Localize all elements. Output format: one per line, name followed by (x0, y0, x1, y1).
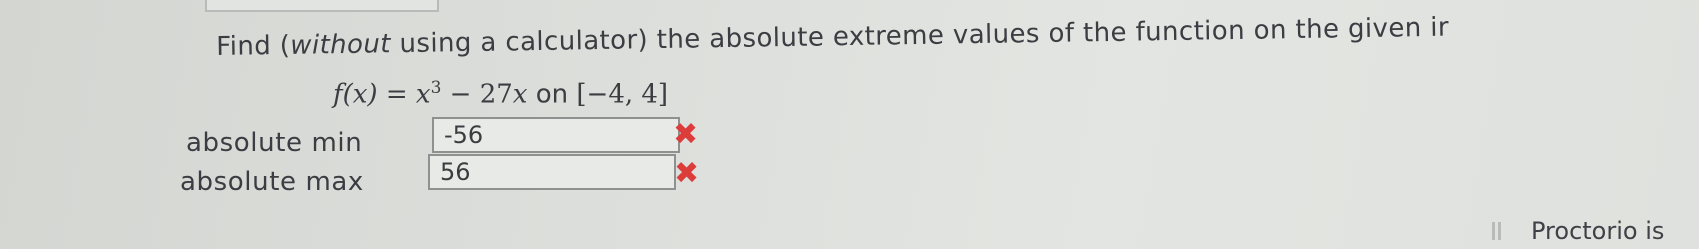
formula-on-word: on (527, 79, 577, 110)
question-prompt: Find (without using a calculator) the ab… (216, 13, 1449, 62)
prompt-text-start: Find ( (216, 30, 291, 62)
formula-variable: x (512, 79, 528, 110)
formula-lhs: f(x) = x (333, 79, 431, 110)
formula-interval: [−4, 4] (576, 79, 669, 110)
formula-exponent: 3 (430, 78, 442, 98)
proctorio-status[interactable]: Proctorio is (1491, 217, 1664, 245)
top-frame (205, 0, 439, 12)
pause-bars-icon (1491, 220, 1503, 242)
absolute-min-label: absolute min (186, 128, 363, 158)
absolute-min-incorrect-icon: ✖ (673, 117, 699, 152)
formula-middle: − 27 (441, 79, 513, 110)
absolute-max-input[interactable]: 56 (428, 154, 676, 190)
prompt-text-end: using a calculator) the absolute extreme… (390, 12, 1450, 60)
prompt-emphasis: without (290, 29, 392, 61)
absolute-max-label: absolute max (180, 167, 364, 197)
absolute-min-input[interactable]: -56 (432, 117, 680, 153)
absolute-max-incorrect-icon: ✖ (674, 156, 700, 191)
function-formula: f(x) = x3 − 27x on [−4, 4] (333, 78, 668, 110)
proctorio-text: Proctorio is (1531, 217, 1665, 245)
